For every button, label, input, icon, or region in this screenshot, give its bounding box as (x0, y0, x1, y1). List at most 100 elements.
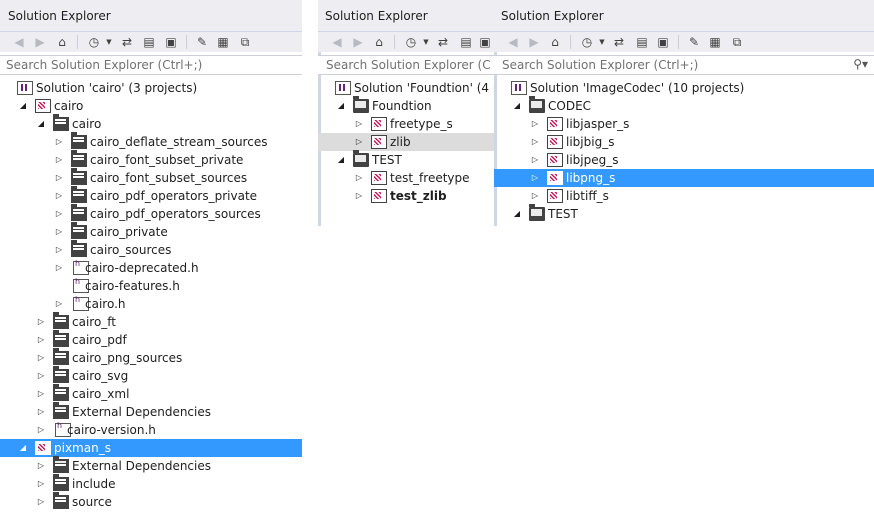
expanded-arrow-icon[interactable]: ◢ (18, 97, 28, 115)
collapsed-arrow-icon[interactable]: ▷ (36, 385, 46, 403)
collapsed-arrow-icon[interactable]: ▷ (354, 187, 364, 205)
home-icon[interactable]: ⌂ (53, 33, 71, 51)
tree-row[interactable]: Solution 'Foundtion' (4 projects) (318, 79, 496, 97)
tree-row[interactable]: cairo-features.h (0, 277, 302, 295)
class-view-icon[interactable]: ⧉ (728, 33, 746, 51)
tree-row[interactable]: ▷ cairo.h (0, 295, 302, 313)
collapsed-arrow-icon[interactable]: ▷ (354, 133, 364, 151)
tree-row[interactable]: ◢ cairo (0, 97, 302, 115)
tree-row[interactable]: ▷ cairo_font_subset_sources (0, 168, 302, 187)
tree-row[interactable]: ▷ External Dependencies (0, 402, 302, 421)
dropdown-icon[interactable]: ▼ (100, 33, 118, 51)
tree-row[interactable]: Solution 'cairo' (3 projects) (0, 79, 302, 97)
tree-row[interactable]: ▷ zlib (318, 133, 496, 151)
collapsed-arrow-icon[interactable]: ▷ (54, 133, 64, 151)
show-all-files-icon[interactable]: ▣ (654, 33, 672, 51)
back-icon[interactable]: ◀ (504, 33, 522, 51)
home-icon[interactable]: ⌂ (370, 33, 388, 51)
tree-row[interactable]: ▷ libjpeg_s (494, 151, 874, 169)
tree-row[interactable]: ▷ libjasper_s (494, 115, 874, 133)
forward-icon[interactable]: ▶ (31, 33, 49, 51)
collapsed-arrow-icon[interactable]: ▷ (54, 241, 64, 259)
tree-row[interactable]: Solution 'ImageCodec' (10 projects) (494, 79, 874, 97)
collapsed-arrow-icon[interactable]: ▷ (36, 421, 46, 439)
sync-icon[interactable]: ⇄ (610, 33, 628, 51)
collapse-all-icon[interactable]: ▤ (457, 33, 475, 51)
back-icon[interactable]: ◀ (328, 33, 346, 51)
tree-row[interactable]: ◢ TEST (494, 204, 874, 223)
properties-icon[interactable]: ✎ (685, 33, 703, 51)
tree-row[interactable]: ▷ cairo_pdf_operators_private (0, 186, 302, 205)
tree-row[interactable]: ◢ Foundtion (318, 96, 496, 115)
collapsed-arrow-icon[interactable]: ▷ (36, 475, 46, 493)
tree-row[interactable]: ▷ cairo-deprecated.h (0, 259, 302, 277)
collapsed-arrow-icon[interactable]: ▷ (354, 115, 364, 133)
expanded-arrow-icon[interactable]: ◢ (336, 97, 346, 115)
tree-row[interactable]: ▷ cairo-version.h (0, 421, 302, 439)
tree-row[interactable]: ▷ cairo_pdf_operators_sources (0, 204, 302, 223)
search-input[interactable] (0, 56, 272, 74)
tree-row[interactable]: ▷ cairo_pdf (0, 330, 302, 349)
search-box[interactable] (0, 55, 302, 75)
tree-row[interactable]: ▷ libtiff_s (494, 187, 874, 205)
tree-row[interactable]: ▷ cairo_ft (0, 312, 302, 331)
forward-icon[interactable]: ▶ (525, 33, 543, 51)
tree-row[interactable]: ▷ source (0, 492, 302, 511)
expanded-arrow-icon[interactable]: ◢ (512, 97, 522, 115)
expanded-arrow-icon[interactable]: ◢ (336, 151, 346, 169)
collapsed-arrow-icon[interactable]: ▷ (54, 169, 64, 187)
tree-row[interactable]: ◢ cairo (0, 114, 302, 133)
sync-icon[interactable]: ⇄ (118, 33, 136, 51)
collapsed-arrow-icon[interactable]: ▷ (54, 205, 64, 223)
dropdown-icon[interactable]: ▼ (593, 33, 611, 51)
tree-row[interactable]: ▷ libjbig_s (494, 133, 874, 151)
tree-row[interactable]: ▷ External Dependencies (0, 456, 302, 475)
collapsed-arrow-icon[interactable]: ▷ (36, 313, 46, 331)
tree-row[interactable]: ▷ freetype_s (318, 115, 496, 133)
tree-row[interactable]: ▷ cairo_xml (0, 384, 302, 403)
sync-icon[interactable]: ⇄ (434, 33, 452, 51)
show-all-files-icon[interactable]: ▣ (476, 33, 494, 51)
forward-icon[interactable]: ▶ (349, 33, 367, 51)
collapsed-arrow-icon[interactable]: ▷ (530, 115, 540, 133)
search-input[interactable] (494, 56, 836, 74)
collapsed-arrow-icon[interactable]: ▷ (36, 367, 46, 385)
collapsed-arrow-icon[interactable]: ▷ (530, 169, 540, 187)
collapsed-arrow-icon[interactable]: ▷ (36, 331, 46, 349)
tree-row[interactable]: ▷ cairo_deflate_stream_sources (0, 132, 302, 151)
tree-row[interactable]: ◢ CODEC (494, 96, 874, 115)
tree-row[interactable]: ▷ cairo_private (0, 222, 302, 241)
dropdown-icon[interactable]: ▼ (417, 33, 435, 51)
collapse-all-icon[interactable]: ▤ (633, 33, 651, 51)
collapsed-arrow-icon[interactable]: ▷ (54, 295, 64, 313)
tree-row[interactable]: ▷ cairo_png_sources (0, 348, 302, 367)
collapsed-arrow-icon[interactable]: ▷ (530, 187, 540, 205)
tree-row[interactable]: ▷ cairo_sources (0, 240, 302, 259)
search-box[interactable]: ⚲▾ (494, 55, 874, 75)
collapsed-arrow-icon[interactable]: ▷ (54, 187, 64, 205)
collapsed-arrow-icon[interactable]: ▷ (354, 169, 364, 187)
tree-row[interactable]: ▷ include (0, 474, 302, 493)
collapsed-arrow-icon[interactable]: ▷ (36, 493, 46, 511)
search-box[interactable] (318, 55, 496, 75)
search-icon[interactable]: ⚲▾ (853, 57, 868, 71)
collapsed-arrow-icon[interactable]: ▷ (54, 259, 64, 277)
tree-row[interactable]: ◢ pixman_s (0, 439, 302, 457)
tree-row[interactable]: ▷ libpng_s (494, 169, 874, 187)
show-all-files-icon[interactable]: ▣ (162, 33, 180, 51)
back-icon[interactable]: ◀ (10, 33, 28, 51)
tree-row[interactable]: ▷ cairo_svg (0, 366, 302, 385)
preview-icon[interactable]: ▦ (214, 33, 232, 51)
collapsed-arrow-icon[interactable]: ▷ (36, 349, 46, 367)
tree-row[interactable]: ▷ test_zlib (318, 187, 496, 205)
collapsed-arrow-icon[interactable]: ▷ (36, 457, 46, 475)
expanded-arrow-icon[interactable]: ◢ (18, 439, 28, 457)
expanded-arrow-icon[interactable]: ◢ (512, 205, 522, 223)
collapse-all-icon[interactable]: ▤ (140, 33, 158, 51)
search-input[interactable] (318, 56, 496, 74)
class-view-icon[interactable]: ⧉ (236, 33, 254, 51)
collapsed-arrow-icon[interactable]: ▷ (36, 403, 46, 421)
tree-row[interactable]: ◢ TEST (318, 150, 496, 169)
collapsed-arrow-icon[interactable]: ▷ (530, 151, 540, 169)
tree-row[interactable]: ▷ test_freetype (318, 169, 496, 187)
